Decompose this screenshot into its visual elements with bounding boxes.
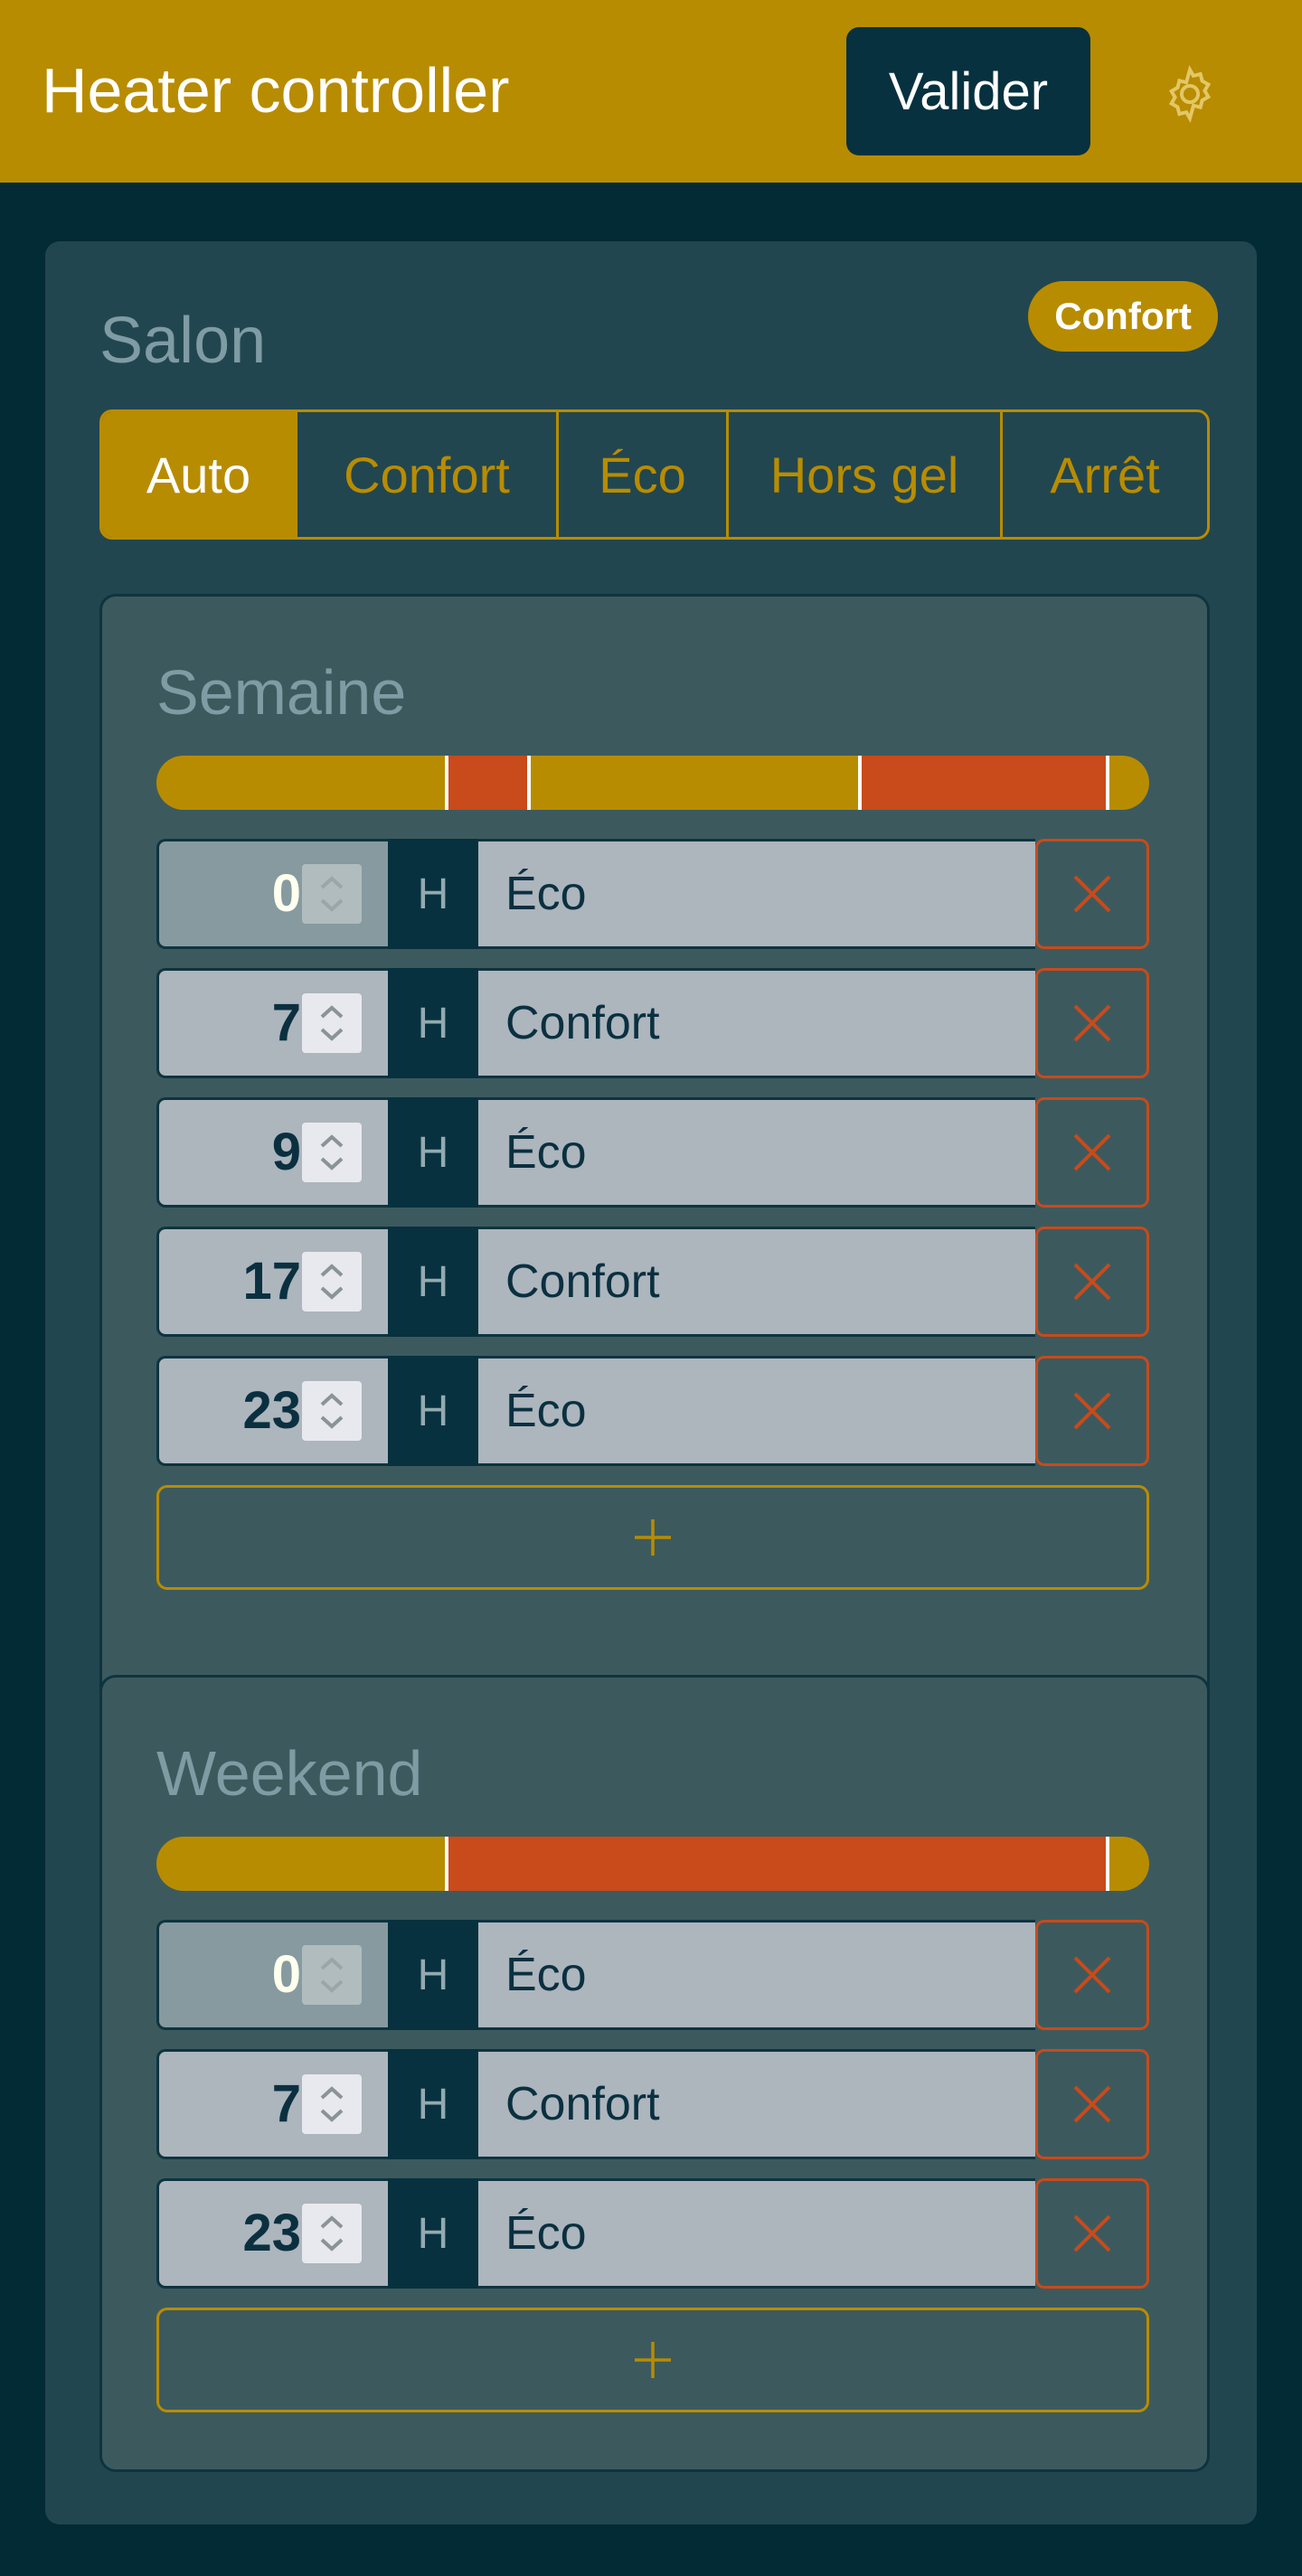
hour-value: 17: [242, 1252, 301, 1311]
hour-unit-label: H: [388, 968, 478, 1078]
close-icon: [1073, 875, 1111, 913]
gear-icon[interactable]: [1159, 63, 1221, 125]
delete-button[interactable]: [1035, 2049, 1149, 2159]
hour-value: 23: [242, 2204, 301, 2262]
close-icon: [1073, 2214, 1111, 2252]
schedule-row: 23 H Éco: [156, 1356, 1149, 1466]
schedule-row: 0 H Éco: [156, 839, 1149, 949]
timeline-tick: [527, 756, 531, 810]
close-icon: [1073, 1392, 1111, 1430]
delete-button[interactable]: [1035, 1920, 1149, 2030]
spinner-icon[interactable]: [302, 864, 362, 924]
hour-stepper[interactable]: 9: [156, 1097, 388, 1208]
mode-eco[interactable]: Éco: [559, 412, 729, 537]
hour-unit-label: H: [388, 1097, 478, 1208]
mode-select[interactable]: Confort: [478, 2049, 1035, 2159]
schedule-row: 17 H Confort: [156, 1227, 1149, 1337]
hour-value: 23: [242, 1381, 301, 1440]
hour-value: 0: [271, 864, 301, 923]
room-card: Salon Confort Auto Confort Éco Hors gel …: [45, 241, 1257, 2524]
hour-stepper[interactable]: 23: [156, 2178, 388, 2289]
mode-confort[interactable]: Confort: [297, 412, 559, 537]
mode-selector: Auto Confort Éco Hors gel Arrêt: [99, 409, 1210, 540]
hour-stepper[interactable]: 23: [156, 1356, 388, 1466]
add-entry-button[interactable]: [156, 1485, 1149, 1590]
close-icon: [1073, 1004, 1111, 1042]
hour-stepper[interactable]: 17: [156, 1227, 388, 1337]
schedule-title: Semaine: [156, 657, 407, 728]
spinner-icon[interactable]: [302, 993, 362, 1053]
current-mode-badge: Confort: [1028, 281, 1218, 352]
hour-stepper[interactable]: 0: [156, 839, 388, 949]
app-title: Heater controller: [42, 55, 510, 126]
delete-button[interactable]: [1035, 968, 1149, 1078]
mode-select[interactable]: Éco: [478, 1920, 1035, 2030]
top-bar: Heater controller Valider: [0, 0, 1302, 183]
schedule-timeline: [156, 1837, 1149, 1891]
hour-stepper[interactable]: 7: [156, 2049, 388, 2159]
delete-button[interactable]: [1035, 1356, 1149, 1466]
mode-auto[interactable]: Auto: [102, 412, 297, 537]
spinner-icon[interactable]: [302, 1123, 362, 1182]
hour-value: 7: [271, 993, 301, 1052]
mode-select[interactable]: Confort: [478, 1227, 1035, 1337]
schedule-title: Weekend: [156, 1738, 423, 1809]
spinner-icon[interactable]: [302, 2074, 362, 2134]
hour-value: 0: [271, 1945, 301, 2004]
validate-button[interactable]: Valider: [846, 27, 1090, 155]
close-icon: [1073, 1133, 1111, 1171]
mode-select[interactable]: Éco: [478, 2178, 1035, 2289]
hour-stepper[interactable]: 7: [156, 968, 388, 1078]
hour-unit-label: H: [388, 2178, 478, 2289]
hour-unit-label: H: [388, 1227, 478, 1337]
room-title: Salon: [99, 305, 267, 377]
spinner-icon[interactable]: [302, 1381, 362, 1441]
hour-stepper[interactable]: 0: [156, 1920, 388, 2030]
schedule-row: 0 H Éco: [156, 1920, 1149, 2030]
timeline-tick: [1106, 1837, 1109, 1891]
schedule-row: 23 H Éco: [156, 2178, 1149, 2289]
mode-select[interactable]: Confort: [478, 968, 1035, 1078]
spinner-icon[interactable]: [302, 1252, 362, 1312]
spinner-icon[interactable]: [302, 1945, 362, 2005]
delete-button[interactable]: [1035, 839, 1149, 949]
spinner-icon[interactable]: [302, 2204, 362, 2263]
hour-unit-label: H: [388, 1920, 478, 2030]
timeline-segment-confort: [445, 1837, 1107, 1891]
delete-button[interactable]: [1035, 2178, 1149, 2289]
hour-value: 9: [271, 1123, 301, 1181]
delete-button[interactable]: [1035, 1097, 1149, 1208]
schedule-row: 7 H Confort: [156, 968, 1149, 1078]
delete-button[interactable]: [1035, 1227, 1149, 1337]
mode-select[interactable]: Éco: [478, 839, 1035, 949]
timeline-segment-confort: [858, 756, 1107, 810]
plus-icon: [635, 1519, 671, 1556]
schedule-row: 7 H Confort: [156, 2049, 1149, 2159]
plus-icon: [635, 2342, 671, 2378]
hour-value: 7: [271, 2074, 301, 2133]
close-icon: [1073, 1956, 1111, 1994]
add-entry-button[interactable]: [156, 2308, 1149, 2412]
close-icon: [1073, 1263, 1111, 1301]
mode-select[interactable]: Éco: [478, 1356, 1035, 1466]
schedule-weekend: Weekend 0 H Éco 7 H Confort 23 H Éco: [99, 1675, 1210, 2472]
mode-select[interactable]: Éco: [478, 1097, 1035, 1208]
hour-unit-label: H: [388, 2049, 478, 2159]
mode-hors-gel[interactable]: Hors gel: [729, 412, 1003, 537]
timeline-segment-confort: [445, 756, 527, 810]
timeline-tick: [858, 756, 862, 810]
mode-arret[interactable]: Arrêt: [1003, 412, 1207, 537]
timeline-tick: [1106, 756, 1109, 810]
timeline-tick: [445, 1837, 448, 1891]
hour-unit-label: H: [388, 839, 478, 949]
hour-unit-label: H: [388, 1356, 478, 1466]
close-icon: [1073, 2085, 1111, 2123]
schedule-row: 9 H Éco: [156, 1097, 1149, 1208]
schedule-timeline: [156, 756, 1149, 810]
timeline-tick: [445, 756, 448, 810]
